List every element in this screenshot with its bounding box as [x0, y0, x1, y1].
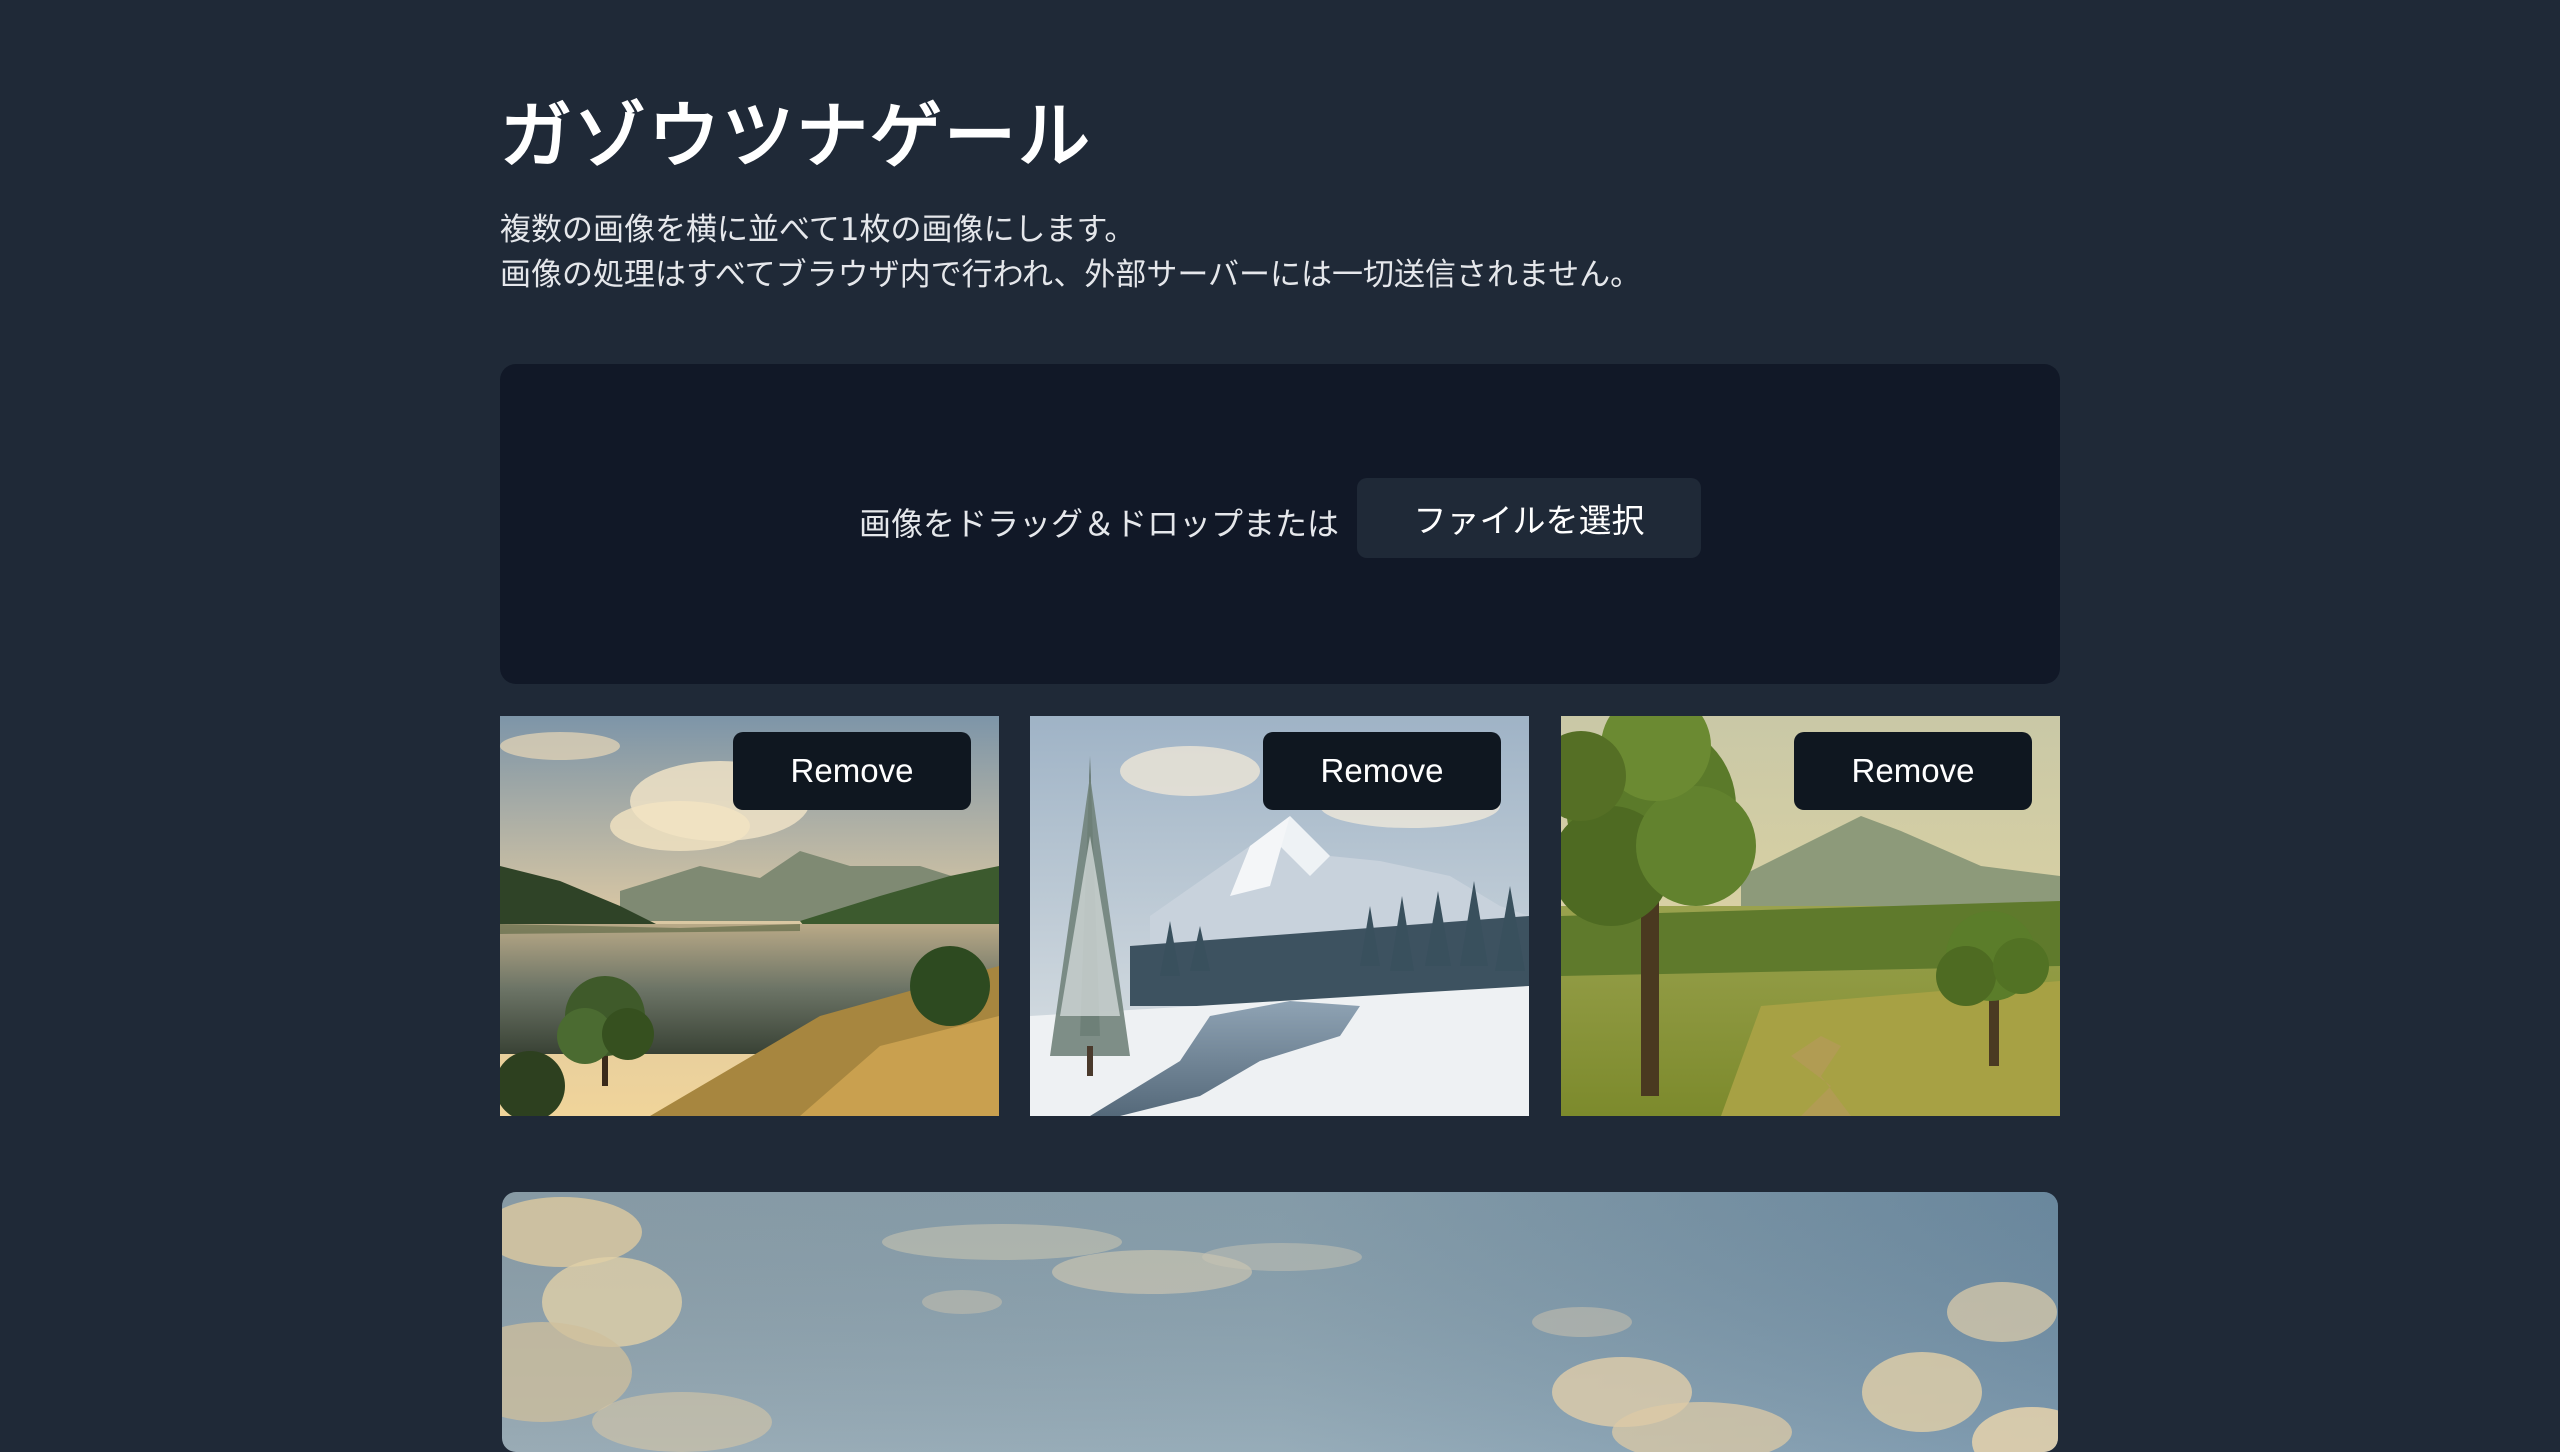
remove-button[interactable]: Remove: [733, 732, 971, 810]
thumbnail-green-meadow: Remove: [1561, 716, 2060, 1116]
drop-zone[interactable]: 画像をドラッグ＆ドロップまたは ファイルを選択: [500, 364, 2060, 684]
description-line-1: 複数の画像を横に並べて1枚の画像にします。: [500, 212, 1136, 248]
description: 複数の画像を横に並べて1枚の画像にします。 画像の処理はすべてブラウザ内で行われ…: [500, 208, 1641, 298]
description-line-2: 画像の処理はすべてブラウザ内で行われ、外部サーバーには一切送信されません。: [500, 257, 1642, 293]
drop-zone-text: 画像をドラッグ＆ドロップまたは: [858, 505, 1339, 543]
thumbnail-lake: Remove: [500, 716, 999, 1116]
remove-button[interactable]: Remove: [1794, 732, 2032, 810]
drop-zone-content: 画像をドラッグ＆ドロップまたは ファイルを選択: [500, 478, 2060, 558]
sky-preview-image: [502, 1192, 2058, 1452]
thumbnail-snowy-mountain: Remove: [1030, 716, 1529, 1116]
select-file-button[interactable]: ファイルを選択: [1357, 478, 1701, 558]
page-title: ガゾウツナゲール: [500, 94, 1093, 178]
combined-preview-image: [502, 1192, 2058, 1452]
thumbnail-list: Remove Remove Remove: [500, 716, 2060, 1116]
remove-button[interactable]: Remove: [1263, 732, 1501, 810]
